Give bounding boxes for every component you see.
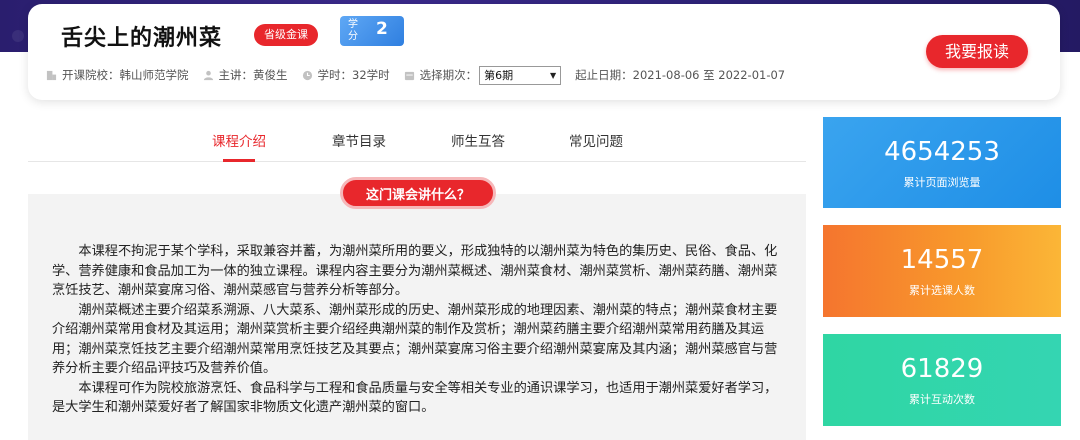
stat-enrollments: 14557 累计选课人数 bbox=[823, 225, 1061, 317]
enroll-button[interactable]: 我要报读 bbox=[926, 35, 1028, 68]
meta-dates-text: 起止日期：2021-08-06 至 2022-01-07 bbox=[575, 68, 786, 82]
tab-faq[interactable]: 常见问题 bbox=[569, 130, 623, 150]
calendar-icon bbox=[404, 70, 415, 81]
stat-label: 累计选课人数 bbox=[909, 284, 975, 297]
description-paragraph: 本课程可作为院校旅游烹饪、食品科学与工程和食品质量与安全等相关专业的通识课学习，… bbox=[52, 380, 778, 416]
section-heading: 这门课会讲什么？ bbox=[340, 177, 496, 209]
meta-teacher: 主讲：黄俊生 bbox=[203, 67, 288, 83]
stat-value: 61829 bbox=[900, 354, 984, 384]
tab-chapters[interactable]: 章节目录 bbox=[332, 130, 386, 150]
building-icon bbox=[46, 70, 57, 81]
stat-label: 累计互动次数 bbox=[909, 393, 975, 406]
active-tab-indicator bbox=[223, 159, 255, 162]
user-icon bbox=[203, 70, 214, 81]
tab-course-intro[interactable]: 课程介绍 bbox=[212, 130, 266, 150]
tab-qa[interactable]: 师生互答 bbox=[451, 130, 505, 150]
meta-school-text: 开课院校：韩山师范学院 bbox=[62, 68, 189, 82]
meta-hours: 学时：32学时 bbox=[302, 67, 390, 83]
description-paragraph: 潮州菜概述主要介绍菜系溯源、八大菜系、潮州菜形成的历史、潮州菜形成的地理因素、潮… bbox=[52, 302, 778, 377]
meta-school: 开课院校：韩山师范学院 bbox=[46, 67, 189, 83]
stat-value: 4654253 bbox=[884, 137, 1000, 167]
meta-period: 选择期次： 第6期 ▼ bbox=[404, 65, 562, 85]
stat-label: 累计页面浏览量 bbox=[903, 176, 981, 189]
course-level-badge: 省级金课 bbox=[254, 24, 318, 46]
stat-interactions: 61829 累计互动次数 bbox=[823, 334, 1061, 426]
description-paragraph: 本课程不拘泥于某个学科，采取兼容并蓄，为潮州菜所用的要义，形成独特的以潮州菜为特… bbox=[52, 244, 778, 298]
period-label: 选择期次： bbox=[419, 68, 478, 82]
clock-icon bbox=[302, 70, 313, 81]
meta-dates: 起止日期：2021-08-06 至 2022-01-07 bbox=[575, 67, 785, 83]
course-meta: 开课院校：韩山师范学院 主讲：黄俊生 学时：32学时 选择期次： 第6期 ▼ 起… bbox=[46, 65, 799, 85]
period-select[interactable]: 第6期 ▼ bbox=[479, 65, 562, 85]
credit-value: 2 bbox=[376, 19, 388, 39]
course-description: 本课程不拘泥于某个学科，采取兼容并蓄，为潮州菜所用的要义，形成独特的以潮州菜为特… bbox=[52, 242, 784, 418]
meta-teacher-text: 主讲：黄俊生 bbox=[218, 68, 288, 82]
period-selected-value: 第6期 bbox=[484, 69, 514, 82]
course-tabs: 课程介绍 章节目录 师生互答 常见问题 bbox=[28, 120, 806, 162]
credit-label: 学分 bbox=[348, 19, 358, 42]
stat-value: 14557 bbox=[900, 245, 984, 275]
course-title: 舌尖上的潮州菜 bbox=[61, 26, 223, 51]
chevron-down-icon: ▼ bbox=[549, 70, 557, 80]
stat-page-views: 4654253 累计页面浏览量 bbox=[823, 117, 1061, 208]
meta-hours-text: 学时：32学时 bbox=[317, 68, 390, 82]
course-header-card: 舌尖上的潮州菜 省级金课 学分 2 我要报读 开课院校：韩山师范学院 主讲：黄俊… bbox=[28, 4, 1060, 100]
credit-badge: 学分 2 bbox=[340, 16, 404, 46]
